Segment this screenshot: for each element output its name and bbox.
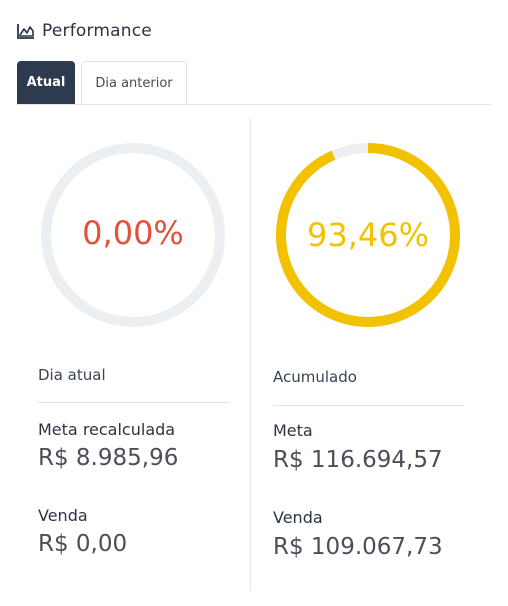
- meta-label: Meta: [273, 421, 313, 440]
- venda-value: R$ 0,00: [38, 531, 128, 557]
- venda-value: R$ 109.067,73: [273, 534, 443, 560]
- meta-recalculada-value: R$ 8.985,96: [38, 445, 179, 471]
- tab-atual[interactable]: Atual: [17, 61, 75, 104]
- section-label-dia-atual: Dia atual: [38, 366, 106, 384]
- section-divider: [38, 402, 230, 403]
- tab-dia-anterior[interactable]: Dia anterior: [81, 61, 187, 104]
- venda-label: Venda: [273, 508, 323, 527]
- meta-value: R$ 116.694,57: [273, 447, 443, 473]
- panel-divider: [250, 118, 251, 590]
- daily-percentage: 0,00%: [82, 214, 184, 252]
- tab-bar: Atual Dia anterior: [17, 60, 491, 105]
- accumulated-percentage: 93,46%: [306, 216, 429, 254]
- area-chart-icon: [16, 22, 36, 40]
- venda-label: Venda: [38, 506, 88, 525]
- section-divider: [273, 405, 464, 406]
- panel-header: Performance: [16, 18, 152, 44]
- section-label-acumulado: Acumulado: [273, 368, 357, 386]
- page-title: Performance: [42, 21, 152, 41]
- meta-recalculada-label: Meta recalculada: [38, 420, 176, 439]
